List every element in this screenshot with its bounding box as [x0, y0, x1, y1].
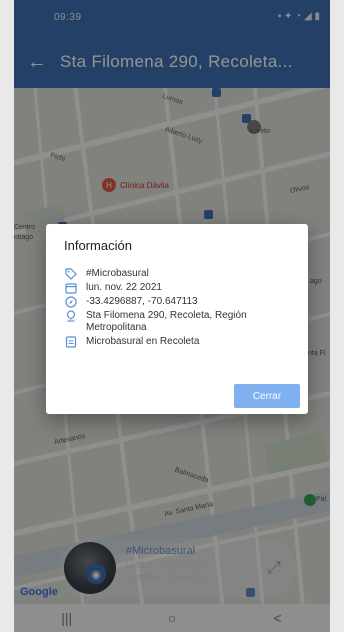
location-pin-icon — [64, 310, 78, 322]
dialog-title: Información — [64, 238, 132, 253]
tag-icon — [64, 268, 78, 280]
compass-icon — [64, 296, 78, 308]
detail-row-coordinates: -33.4296887, -70.647113 — [64, 296, 296, 308]
close-button[interactable]: Cerrar — [234, 384, 300, 408]
dialog-details: #Microbasural lun. nov. 22 2021 -33.4296… — [64, 268, 296, 350]
detail-text: lun. nov. 22 2021 — [86, 282, 162, 293]
detail-row-date: lun. nov. 22 2021 — [64, 282, 296, 294]
note-icon — [64, 336, 78, 348]
detail-text: Microbasural en Recoleta — [86, 336, 200, 347]
detail-row-description: Microbasural en Recoleta — [64, 336, 296, 348]
calendar-icon — [64, 282, 78, 294]
detail-text: -33.4296887, -70.647113 — [86, 296, 198, 307]
detail-text: #Microbasural — [86, 268, 149, 279]
detail-row-address: Sta Filomena 290, Recoleta, Región Metro… — [64, 310, 296, 334]
detail-row-tag: #Microbasural — [64, 268, 296, 280]
detail-text: Sta Filomena 290, Recoleta, Región Metro… — [86, 310, 247, 333]
phone-screen: Lumas Loreto Pichi Centro ntiago Olivos … — [14, 0, 330, 632]
info-dialog: Información #Microbasural lun. nov. 22 2… — [46, 224, 308, 414]
